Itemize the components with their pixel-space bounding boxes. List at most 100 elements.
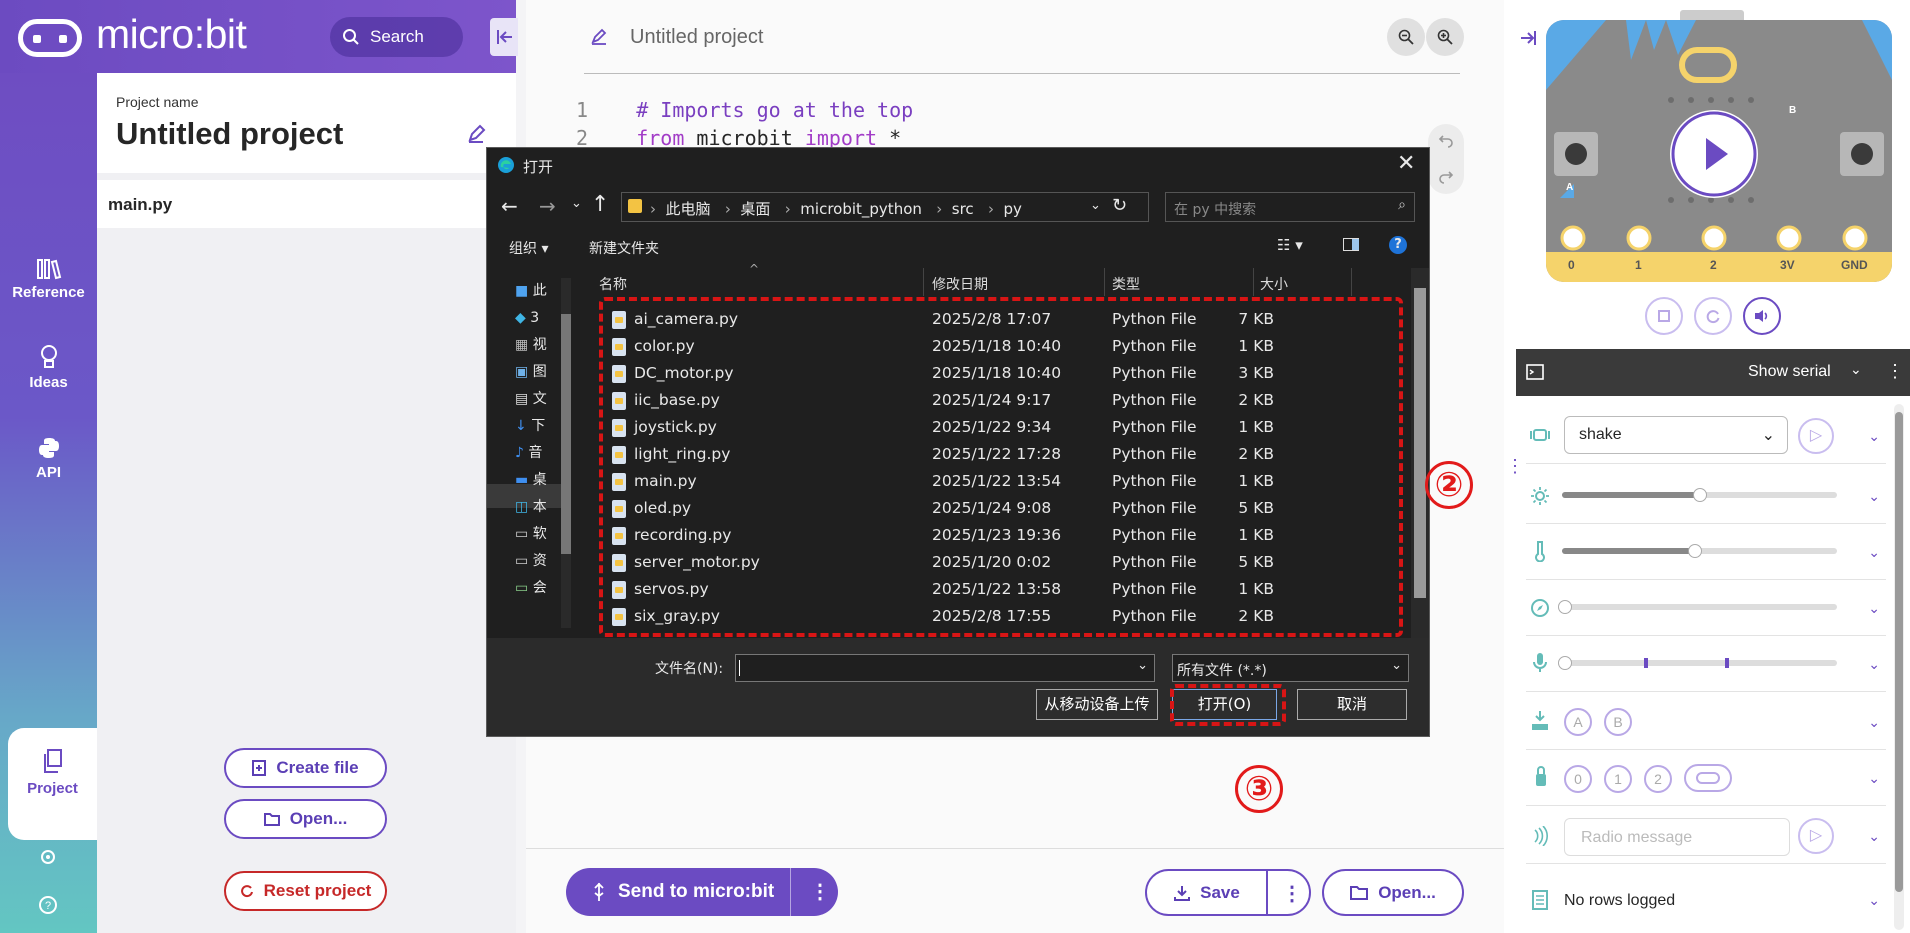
slider-knob[interactable] bbox=[1558, 600, 1572, 614]
save-button[interactable]: Save bbox=[1147, 871, 1267, 914]
send-more-icon[interactable]: ⋮ bbox=[810, 879, 830, 904]
rail-reference-label: Reference bbox=[12, 284, 85, 301]
expand-chevron-icon[interactable]: ⌄ bbox=[1868, 544, 1880, 561]
expand-chevron-icon[interactable]: ⌄ bbox=[1868, 770, 1880, 787]
sound-level-slider[interactable] bbox=[1558, 656, 1837, 670]
pin-2-toggle[interactable]: 2 bbox=[1644, 765, 1672, 793]
search-button[interactable]: Search bbox=[330, 17, 463, 57]
recent-chevron-icon[interactable]: ⌄ bbox=[571, 196, 582, 211]
open-button[interactable]: Open... bbox=[1322, 869, 1464, 916]
light-slider[interactable] bbox=[1562, 488, 1837, 502]
button-b-toggle[interactable]: B bbox=[1604, 708, 1632, 736]
breadcrumb-item[interactable]: microbit_python bbox=[800, 200, 922, 218]
gesture-select[interactable]: shake ⌄ bbox=[1564, 416, 1788, 454]
open-file-button[interactable]: Open... bbox=[224, 799, 387, 839]
serial-more-icon[interactable]: ⋮ bbox=[1886, 361, 1904, 382]
breadcrumb-item[interactable]: 桌面 bbox=[740, 200, 770, 218]
collapse-sidebar-button[interactable] bbox=[490, 18, 518, 56]
expand-chevron-icon[interactable]: ⌄ bbox=[1868, 656, 1880, 673]
tree-item[interactable]: ■ 此 bbox=[515, 278, 555, 305]
folder-icon bbox=[628, 199, 642, 213]
redo-icon[interactable] bbox=[1438, 168, 1454, 184]
pin-0-toggle[interactable]: 0 bbox=[1564, 765, 1592, 793]
filename-input[interactable]: ⌄ bbox=[735, 654, 1155, 682]
panel-resize-handle[interactable]: ⋮ bbox=[1506, 456, 1524, 477]
breadcrumb-item[interactable]: src bbox=[952, 200, 974, 218]
slider-knob[interactable] bbox=[1558, 656, 1572, 670]
radio-send-button[interactable]: ▷ bbox=[1798, 818, 1834, 854]
button-a-toggle[interactable]: A bbox=[1564, 708, 1592, 736]
new-folder-button[interactable]: 新建文件夹 bbox=[589, 238, 659, 258]
help-icon[interactable]: ? bbox=[38, 895, 58, 915]
rail-project[interactable]: Project bbox=[8, 728, 97, 840]
file-list-scrollbar[interactable] bbox=[1411, 268, 1429, 638]
open-file-dialog: 打开 ✕ ← → ⌄ ↑ › 此电脑 › 桌面 › microbit_pytho… bbox=[486, 147, 1430, 737]
rail-api[interactable]: API bbox=[0, 432, 97, 481]
expand-chevron-icon[interactable]: ⌄ bbox=[1868, 600, 1880, 617]
edit-pencil-icon[interactable] bbox=[466, 124, 486, 144]
threshold-marker-high[interactable] bbox=[1725, 658, 1729, 668]
col-date[interactable]: 修改日期 bbox=[932, 274, 988, 294]
dialog-search-box[interactable]: 在 py 中搜索 ⌕ bbox=[1165, 192, 1415, 222]
collapse-simulator-icon[interactable] bbox=[1518, 28, 1538, 48]
rail-reference[interactable]: Reference bbox=[0, 252, 97, 301]
view-options-icon[interactable]: ☷ ▾ bbox=[1277, 236, 1303, 254]
gesture-send-button[interactable]: ▷ bbox=[1798, 418, 1834, 454]
threshold-marker-low[interactable] bbox=[1644, 658, 1648, 668]
mute-button[interactable] bbox=[1743, 297, 1781, 335]
settings-gear-icon[interactable] bbox=[38, 847, 58, 867]
breadcrumb-item[interactable]: py bbox=[1004, 200, 1022, 218]
back-arrow-icon[interactable]: ← bbox=[501, 194, 518, 218]
save-more-icon[interactable]: ⋮ bbox=[1282, 881, 1302, 906]
address-bar[interactable]: › 此电脑 › 桌面 › microbit_python › src › py … bbox=[621, 192, 1149, 222]
create-file-button[interactable]: Create file bbox=[224, 748, 387, 788]
expand-chevron-icon[interactable]: ⌄ bbox=[1868, 488, 1880, 505]
col-size[interactable]: 大小 bbox=[1260, 274, 1288, 294]
stop-button[interactable] bbox=[1645, 297, 1683, 335]
filetype-select[interactable]: 所有文件 (*.*) ⌄ bbox=[1172, 654, 1409, 682]
zoom-in-icon bbox=[1437, 29, 1453, 45]
expand-chevron-icon[interactable]: ⌄ bbox=[1868, 714, 1880, 731]
expand-chevron-icon[interactable]: ⌄ bbox=[1868, 828, 1880, 845]
compass-slider[interactable] bbox=[1558, 600, 1837, 614]
logo-touch-toggle[interactable] bbox=[1684, 764, 1732, 792]
thermometer-icon bbox=[1535, 541, 1545, 562]
dialog-cancel-button[interactable]: 取消 bbox=[1297, 689, 1407, 720]
reset-project-button[interactable]: Reset project bbox=[224, 871, 387, 911]
preview-pane-icon[interactable] bbox=[1343, 238, 1359, 251]
pin-1-toggle[interactable]: 1 bbox=[1604, 765, 1632, 793]
temperature-slider[interactable] bbox=[1562, 544, 1837, 558]
annotation-step-3: ③ bbox=[1235, 765, 1283, 813]
code-line-2[interactable]: 2 from microbit import * bbox=[576, 126, 901, 148]
radio-message-input[interactable]: Radio message bbox=[1564, 818, 1790, 856]
help-icon[interactable]: ? bbox=[1389, 236, 1407, 254]
edit-title-pencil-icon[interactable] bbox=[590, 28, 608, 46]
upload-from-mobile-button[interactable]: 从移动设备上传 bbox=[1036, 689, 1158, 720]
col-name[interactable]: 名称 bbox=[599, 274, 627, 294]
send-to-microbit-button[interactable]: Send to micro:bit ⋮ bbox=[566, 868, 838, 916]
light-row: ⌄ bbox=[1526, 468, 1886, 524]
slider-knob[interactable] bbox=[1693, 488, 1707, 502]
sensor-scrollbar[interactable] bbox=[1894, 404, 1904, 930]
filename-chevron-icon[interactable]: ⌄ bbox=[1137, 658, 1148, 673]
expand-chevron-icon[interactable]: ⌄ bbox=[1868, 428, 1880, 445]
slider-knob[interactable] bbox=[1688, 544, 1702, 558]
refresh-icon[interactable]: ↻ bbox=[1112, 195, 1127, 216]
serial-bar[interactable]: Show serial ⌄ ⋮ bbox=[1516, 349, 1910, 396]
address-chevron-icon[interactable]: ⌄ bbox=[1090, 198, 1101, 213]
restart-button[interactable] bbox=[1694, 297, 1732, 335]
dialog-close-icon[interactable]: ✕ bbox=[1397, 151, 1415, 176]
breadcrumb-item[interactable]: 此电脑 bbox=[666, 200, 711, 218]
forward-arrow-icon[interactable]: → bbox=[539, 194, 556, 218]
col-type[interactable]: 类型 bbox=[1112, 274, 1140, 294]
expand-chevron-icon[interactable]: ⌄ bbox=[1868, 892, 1880, 909]
send-label: Send to micro:bit bbox=[618, 881, 775, 902]
undo-icon[interactable] bbox=[1438, 132, 1454, 148]
zoom-in-button[interactable] bbox=[1426, 18, 1464, 56]
code-line-1[interactable]: 1 # Imports go at the top bbox=[576, 98, 913, 122]
rail-ideas[interactable]: Ideas bbox=[0, 342, 97, 391]
up-arrow-icon[interactable]: ↑ bbox=[591, 192, 609, 217]
zoom-out-button[interactable] bbox=[1387, 18, 1425, 56]
pin-label: GND bbox=[1841, 258, 1868, 272]
organize-menu[interactable]: 组织 ▾ bbox=[509, 238, 548, 258]
